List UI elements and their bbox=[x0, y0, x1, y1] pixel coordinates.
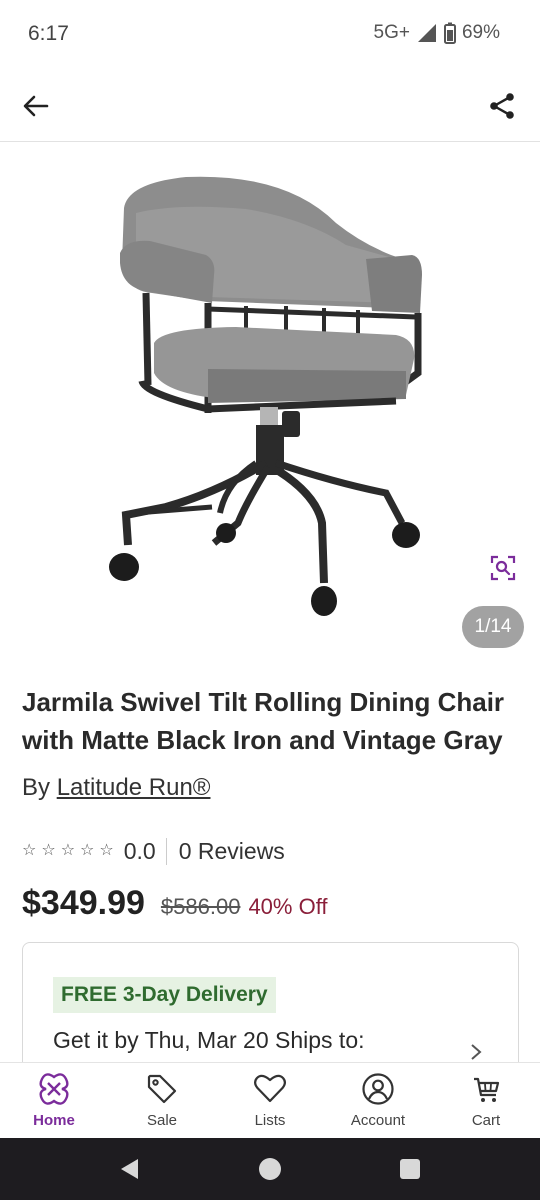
nav-label-account: Account bbox=[350, 1112, 406, 1129]
home-icon bbox=[39, 1073, 69, 1105]
free-delivery-badge: FREE 3-Day Delivery bbox=[53, 977, 276, 1013]
app-header bbox=[0, 68, 540, 142]
status-time: 6:17 bbox=[28, 22, 69, 45]
reviews-link[interactable]: 0 Reviews bbox=[167, 838, 285, 865]
sale-price: $349.99 bbox=[22, 884, 145, 922]
zoom-button[interactable] bbox=[486, 551, 520, 585]
system-back-icon[interactable] bbox=[118, 1157, 140, 1181]
brand-link[interactable]: Latitude Run® bbox=[57, 774, 211, 801]
tag-icon bbox=[147, 1074, 177, 1104]
brand-line: By Latitude Run® bbox=[22, 774, 210, 802]
image-counter: 1/14 bbox=[462, 606, 524, 648]
star-icon: ☆ bbox=[22, 842, 37, 859]
nav-lists[interactable]: Lists bbox=[216, 1063, 324, 1138]
star-rating: ☆ ☆ ☆ ☆ ☆ bbox=[22, 843, 114, 859]
battery-icon bbox=[443, 22, 456, 44]
brand-prefix: By bbox=[22, 774, 51, 801]
delivery-card[interactable]: FREE 3-Day Delivery Get it by Thu, Mar 2… bbox=[22, 942, 519, 1082]
account-icon bbox=[362, 1073, 394, 1105]
rating-value: 0.0 bbox=[124, 837, 167, 865]
product-image[interactable] bbox=[96, 163, 446, 623]
bottom-nav: Home Sale Lists Account Cart bbox=[0, 1062, 540, 1138]
status-bar: 6:17 5G+ 69% bbox=[0, 0, 540, 68]
star-icon: ☆ bbox=[41, 842, 56, 859]
nav-label-lists: Lists bbox=[254, 1112, 286, 1129]
system-recents-icon[interactable] bbox=[400, 1159, 420, 1179]
star-icon: ☆ bbox=[60, 842, 76, 859]
battery-label: 69% bbox=[461, 22, 500, 43]
back-button[interactable] bbox=[18, 88, 54, 124]
system-home-icon[interactable] bbox=[258, 1157, 282, 1181]
system-nav-bar bbox=[0, 1138, 540, 1200]
arrow-left-icon bbox=[23, 95, 49, 117]
product-title: Jarmila Swivel Tilt Rolling Dining Chair… bbox=[22, 687, 505, 755]
nav-sale[interactable]: Sale bbox=[108, 1063, 216, 1138]
delivery-estimate: Get it by Thu, Mar 20 Ships to: bbox=[53, 1027, 365, 1053]
nav-label-sale: Sale bbox=[146, 1112, 178, 1129]
share-icon bbox=[490, 93, 514, 119]
zoom-search-icon bbox=[490, 555, 516, 581]
network-label: 5G+ bbox=[373, 22, 410, 43]
cart-icon bbox=[474, 1077, 500, 1102]
product-image-gallery[interactable]: 1/14 bbox=[0, 143, 540, 663]
rating-row[interactable]: ☆ ☆ ☆ ☆ ☆ 0.0 0 Reviews bbox=[22, 836, 285, 866]
signal-icon bbox=[417, 24, 436, 42]
star-icon: ☆ bbox=[80, 842, 95, 859]
nav-cart[interactable]: Cart bbox=[432, 1063, 540, 1138]
nav-account[interactable]: Account bbox=[324, 1063, 432, 1138]
price-row: $349.99 $586.00 40% Off bbox=[22, 884, 328, 923]
share-button[interactable] bbox=[484, 88, 520, 124]
star-icon: ☆ bbox=[99, 842, 114, 859]
chevron-right-icon bbox=[471, 1044, 482, 1060]
nav-label-home: Home bbox=[33, 1112, 75, 1129]
heart-icon bbox=[254, 1074, 286, 1103]
discount-label: 40% Off bbox=[248, 894, 328, 919]
nav-home[interactable]: Home bbox=[0, 1063, 108, 1138]
original-price: $586.00 bbox=[160, 894, 241, 919]
nav-label-cart: Cart bbox=[471, 1112, 501, 1129]
status-indicators: 5G+ 69% bbox=[374, 22, 500, 44]
